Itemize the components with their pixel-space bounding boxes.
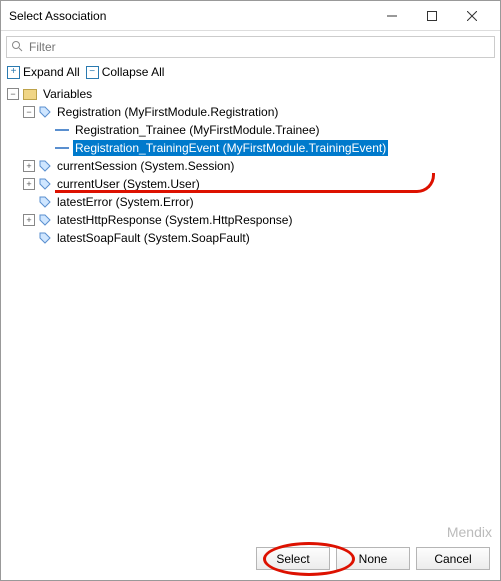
association-icon <box>55 144 69 152</box>
close-icon <box>467 11 477 21</box>
entity-icon <box>39 178 51 190</box>
tree-node-reg-training-event[interactable]: Registration_TrainingEvent (MyFirstModul… <box>7 139 494 157</box>
entity-icon <box>39 232 51 244</box>
tree-node-current-session[interactable]: + currentSession (System.Session) <box>7 157 494 175</box>
node-label: Registration_TrainingEvent (MyFirstModul… <box>73 140 388 156</box>
window-title: Select Association <box>9 9 372 23</box>
node-label: currentSession (System.Session) <box>55 158 236 174</box>
expand-icon: + <box>7 66 20 79</box>
node-label: latestError (System.Error) <box>55 194 196 210</box>
tree-node-registration[interactable]: − Registration (MyFirstModule.Registrati… <box>7 103 494 121</box>
tree-node-latest-error[interactable]: latestError (System.Error) <box>7 193 494 211</box>
toggle-collapse-icon[interactable]: − <box>23 106 35 118</box>
node-label: Registration_Trainee (MyFirstModule.Trai… <box>73 122 322 138</box>
none-button[interactable]: None <box>336 547 410 570</box>
watermark: Mendix <box>447 524 492 540</box>
close-button[interactable] <box>452 2 492 30</box>
tree-view[interactable]: − Variables − Registration (MyFirstModul… <box>1 85 500 515</box>
title-bar: Select Association <box>1 1 500 31</box>
select-button[interactable]: Select <box>256 547 330 570</box>
maximize-button[interactable] <box>412 2 452 30</box>
expand-all-label: Expand All <box>23 65 80 79</box>
cancel-button[interactable]: Cancel <box>416 547 490 570</box>
tree-node-current-user[interactable]: + currentUser (System.User) <box>7 175 494 193</box>
node-label: Registration (MyFirstModule.Registration… <box>55 104 280 120</box>
search-icon <box>11 40 23 55</box>
minimize-button[interactable] <box>372 2 412 30</box>
association-icon <box>55 126 69 134</box>
tree-node-variables[interactable]: − Variables <box>7 85 494 103</box>
tree-node-latest-http[interactable]: + latestHttpResponse (System.HttpRespons… <box>7 211 494 229</box>
filter-input[interactable] <box>27 39 490 55</box>
search-box[interactable] <box>6 36 495 58</box>
minimize-icon <box>387 11 397 21</box>
entity-icon <box>39 106 51 118</box>
folder-icon <box>23 89 37 100</box>
tree-node-reg-trainee[interactable]: Registration_Trainee (MyFirstModule.Trai… <box>7 121 494 139</box>
select-label: Select <box>276 552 309 566</box>
collapse-all-button[interactable]: − Collapse All <box>86 65 165 79</box>
node-label: latestHttpResponse (System.HttpResponse) <box>55 212 294 228</box>
expand-all-button[interactable]: + Expand All <box>7 65 80 79</box>
collapse-icon: − <box>86 66 99 79</box>
search-row <box>1 31 500 63</box>
none-label: None <box>359 552 388 566</box>
toolbar: + Expand All − Collapse All <box>1 63 500 85</box>
button-row: Select None Cancel <box>256 547 490 570</box>
node-label: Variables <box>41 86 94 102</box>
node-label: latestSoapFault (System.SoapFault) <box>55 230 252 246</box>
tree-node-latest-soap[interactable]: latestSoapFault (System.SoapFault) <box>7 229 494 247</box>
maximize-icon <box>427 11 437 21</box>
collapse-all-label: Collapse All <box>102 65 165 79</box>
entity-icon <box>39 160 51 172</box>
toggle-expand-icon[interactable]: + <box>23 214 35 226</box>
cancel-label: Cancel <box>434 552 471 566</box>
toggle-collapse-icon[interactable]: − <box>7 88 19 100</box>
node-label: currentUser (System.User) <box>55 176 202 192</box>
entity-icon <box>39 196 51 208</box>
toggle-expand-icon[interactable]: + <box>23 160 35 172</box>
toggle-expand-icon[interactable]: + <box>23 178 35 190</box>
entity-icon <box>39 214 51 226</box>
